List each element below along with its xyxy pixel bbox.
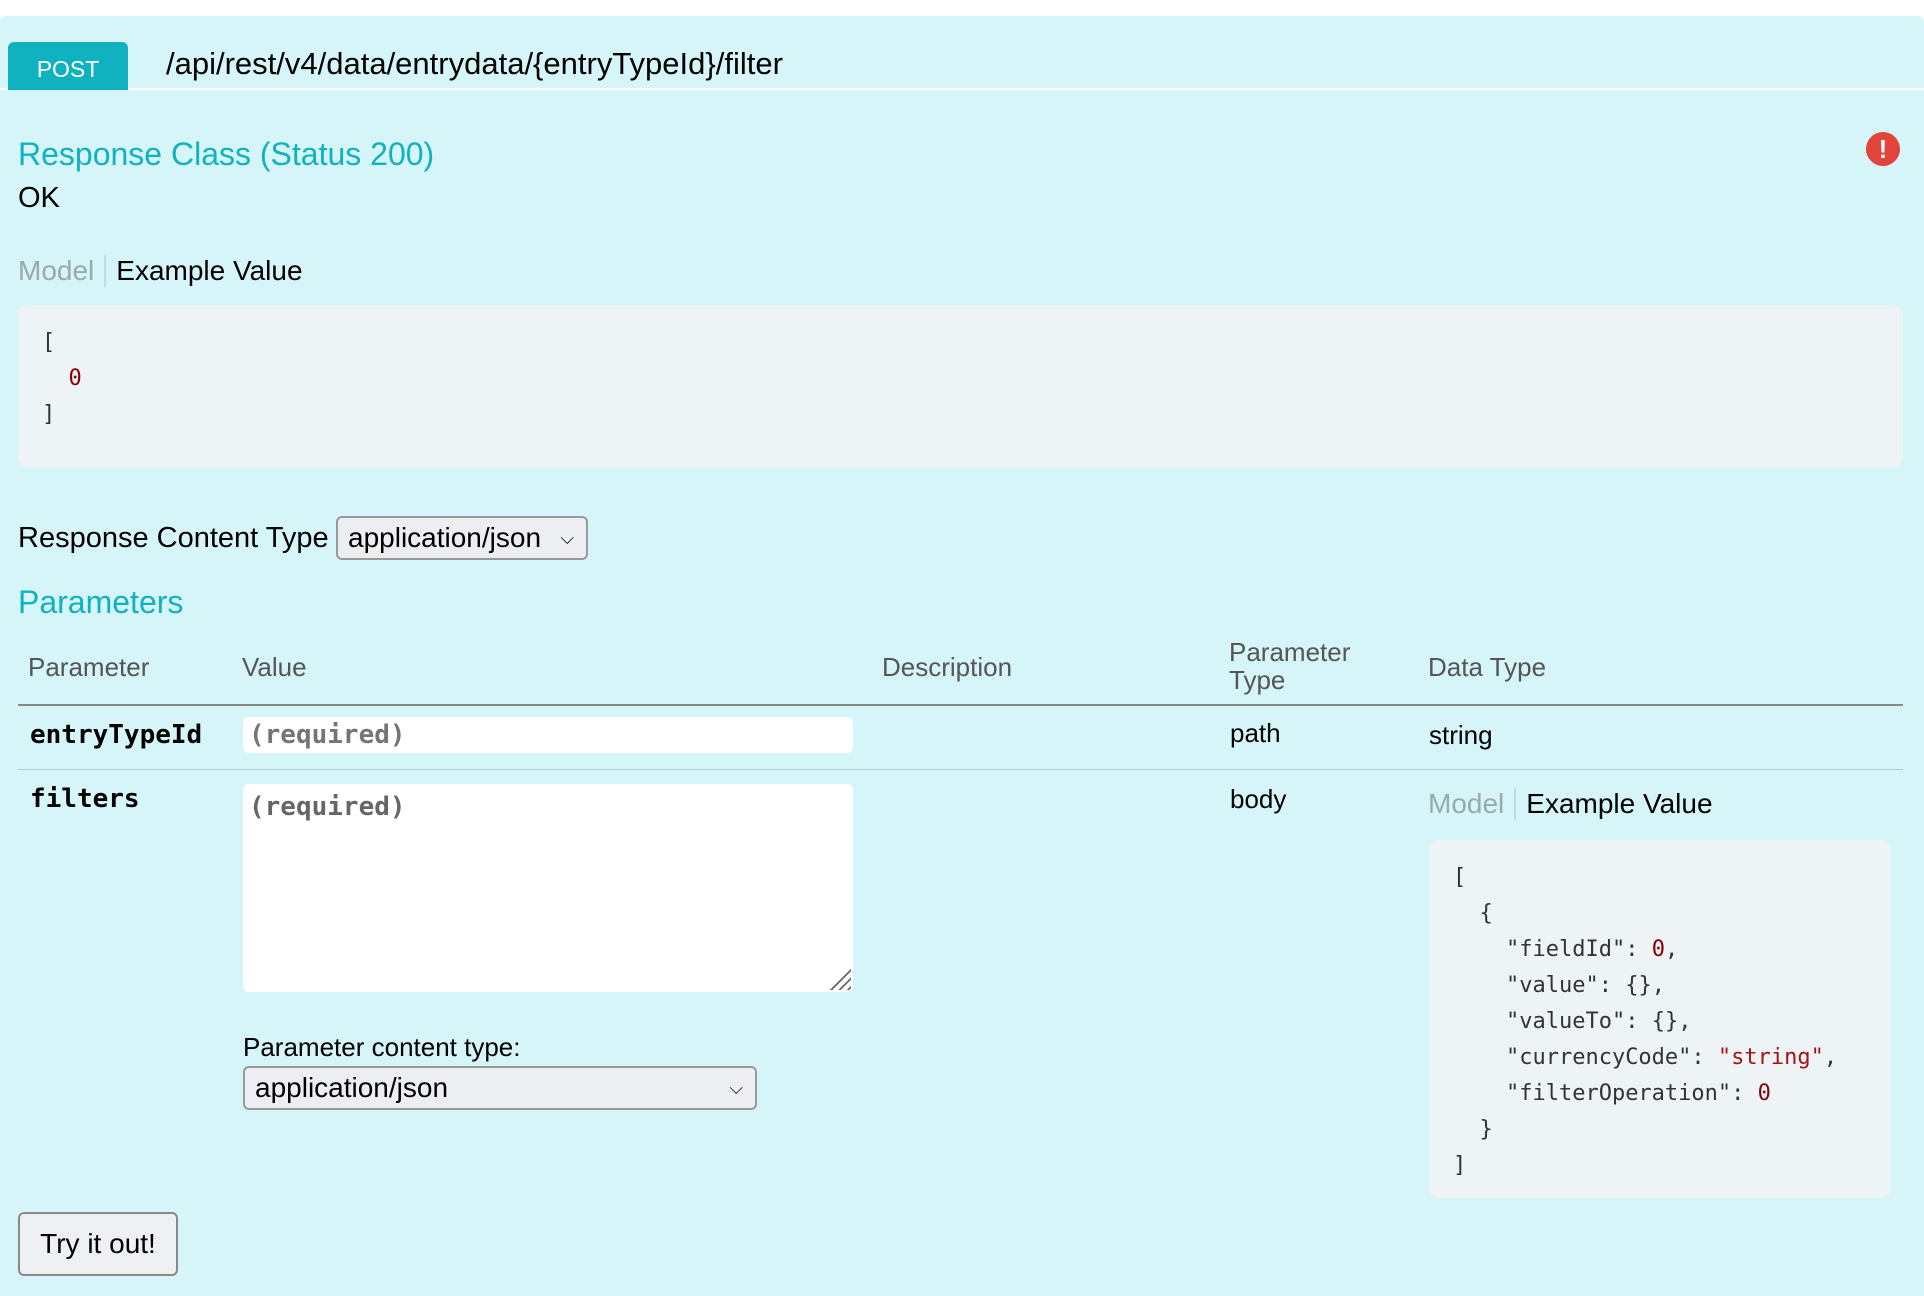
chevron-down-icon: ⌵: [560, 527, 574, 548]
endpoint-path[interactable]: /api/rest/v4/data/entrydata/{entryTypeId…: [166, 46, 783, 82]
data-type-string: string: [1429, 720, 1493, 750]
col-header-value: Value: [242, 652, 307, 682]
filters-datatype-tabs: Model Example Value: [1428, 780, 1713, 828]
code-line: [: [42, 330, 56, 355]
code-value: 0: [68, 366, 82, 391]
response-content-type-select[interactable]: application/json ⌵: [336, 516, 588, 560]
response-status-text: OK: [18, 182, 60, 214]
tab-example-value[interactable]: Example Value: [1516, 788, 1712, 820]
endpoint-header[interactable]: POST /api/rest/v4/data/entrydata/{entryT…: [0, 16, 1924, 96]
parameter-content-type-label: Parameter content type:: [243, 1032, 521, 1062]
error-icon[interactable]: !: [1866, 132, 1900, 166]
filters-textarea[interactable]: (required): [243, 784, 853, 992]
tab-model[interactable]: Model: [1428, 788, 1517, 820]
response-tabs: Model Example Value: [18, 246, 303, 296]
response-class-title: Response Class (Status 200): [18, 136, 435, 172]
textarea-placeholder: (required): [249, 792, 406, 822]
method-badge[interactable]: POST: [8, 42, 128, 96]
entrytypeid-input[interactable]: [243, 717, 853, 753]
col-header-description: Description: [882, 652, 1013, 682]
parameters-title: Parameters: [18, 584, 184, 620]
chevron-down-icon: ⌵: [729, 1077, 743, 1098]
tab-example-value[interactable]: Example Value: [106, 255, 302, 287]
try-it-out-button[interactable]: Try it out!: [18, 1212, 178, 1276]
tab-model[interactable]: Model: [18, 255, 107, 287]
param-type-path: path: [1230, 718, 1281, 748]
select-value: application/json: [348, 522, 542, 553]
col-header-parameter-type: Parameter Type: [1229, 637, 1351, 695]
row-divider: [18, 769, 1903, 770]
col-header-parameter: Parameter: [28, 652, 150, 682]
param-name-entrytypeid: entryTypeId: [30, 720, 203, 750]
param-type-body: body: [1230, 784, 1287, 814]
select-value: application/json: [255, 1072, 449, 1103]
resize-handle[interactable]: [829, 968, 851, 990]
code-line: ]: [42, 402, 56, 427]
filters-example-code[interactable]: [ { "fieldId": 0, "value": {}, "valueTo"…: [1429, 840, 1891, 1198]
header-divider: [18, 704, 1903, 706]
col-header-data-type: Data Type: [1428, 652, 1547, 682]
param-name-filters: filters: [30, 784, 140, 814]
response-example-code: [ 0 ]: [18, 305, 1903, 467]
parameter-content-type-select[interactable]: application/json ⌵: [243, 1066, 757, 1110]
response-content-type-label: Response Content Type: [18, 522, 329, 554]
